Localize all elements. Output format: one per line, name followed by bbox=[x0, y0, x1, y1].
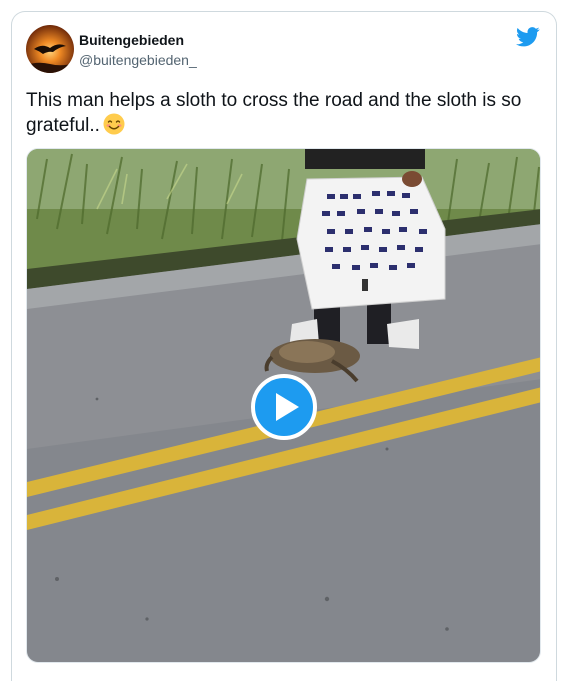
play-button[interactable] bbox=[251, 374, 317, 440]
tweet-card[interactable]: Buitengebieden @buitengebieden_ This man… bbox=[11, 11, 557, 681]
twitter-bird-icon[interactable] bbox=[516, 27, 540, 47]
smiling-face-emoji-icon bbox=[103, 113, 125, 142]
sunset-bird-avatar-icon bbox=[26, 25, 74, 73]
play-icon bbox=[276, 393, 299, 421]
author-handle[interactable]: @buitengebieden_ bbox=[79, 52, 197, 68]
tweet-text: This man helps a sloth to cross the road… bbox=[26, 88, 526, 142]
tweet-text-body: This man helps a sloth to cross the road… bbox=[26, 90, 522, 136]
video-player[interactable] bbox=[26, 148, 541, 663]
author-name[interactable]: Buitengebieden bbox=[79, 32, 184, 48]
avatar[interactable] bbox=[26, 25, 74, 73]
